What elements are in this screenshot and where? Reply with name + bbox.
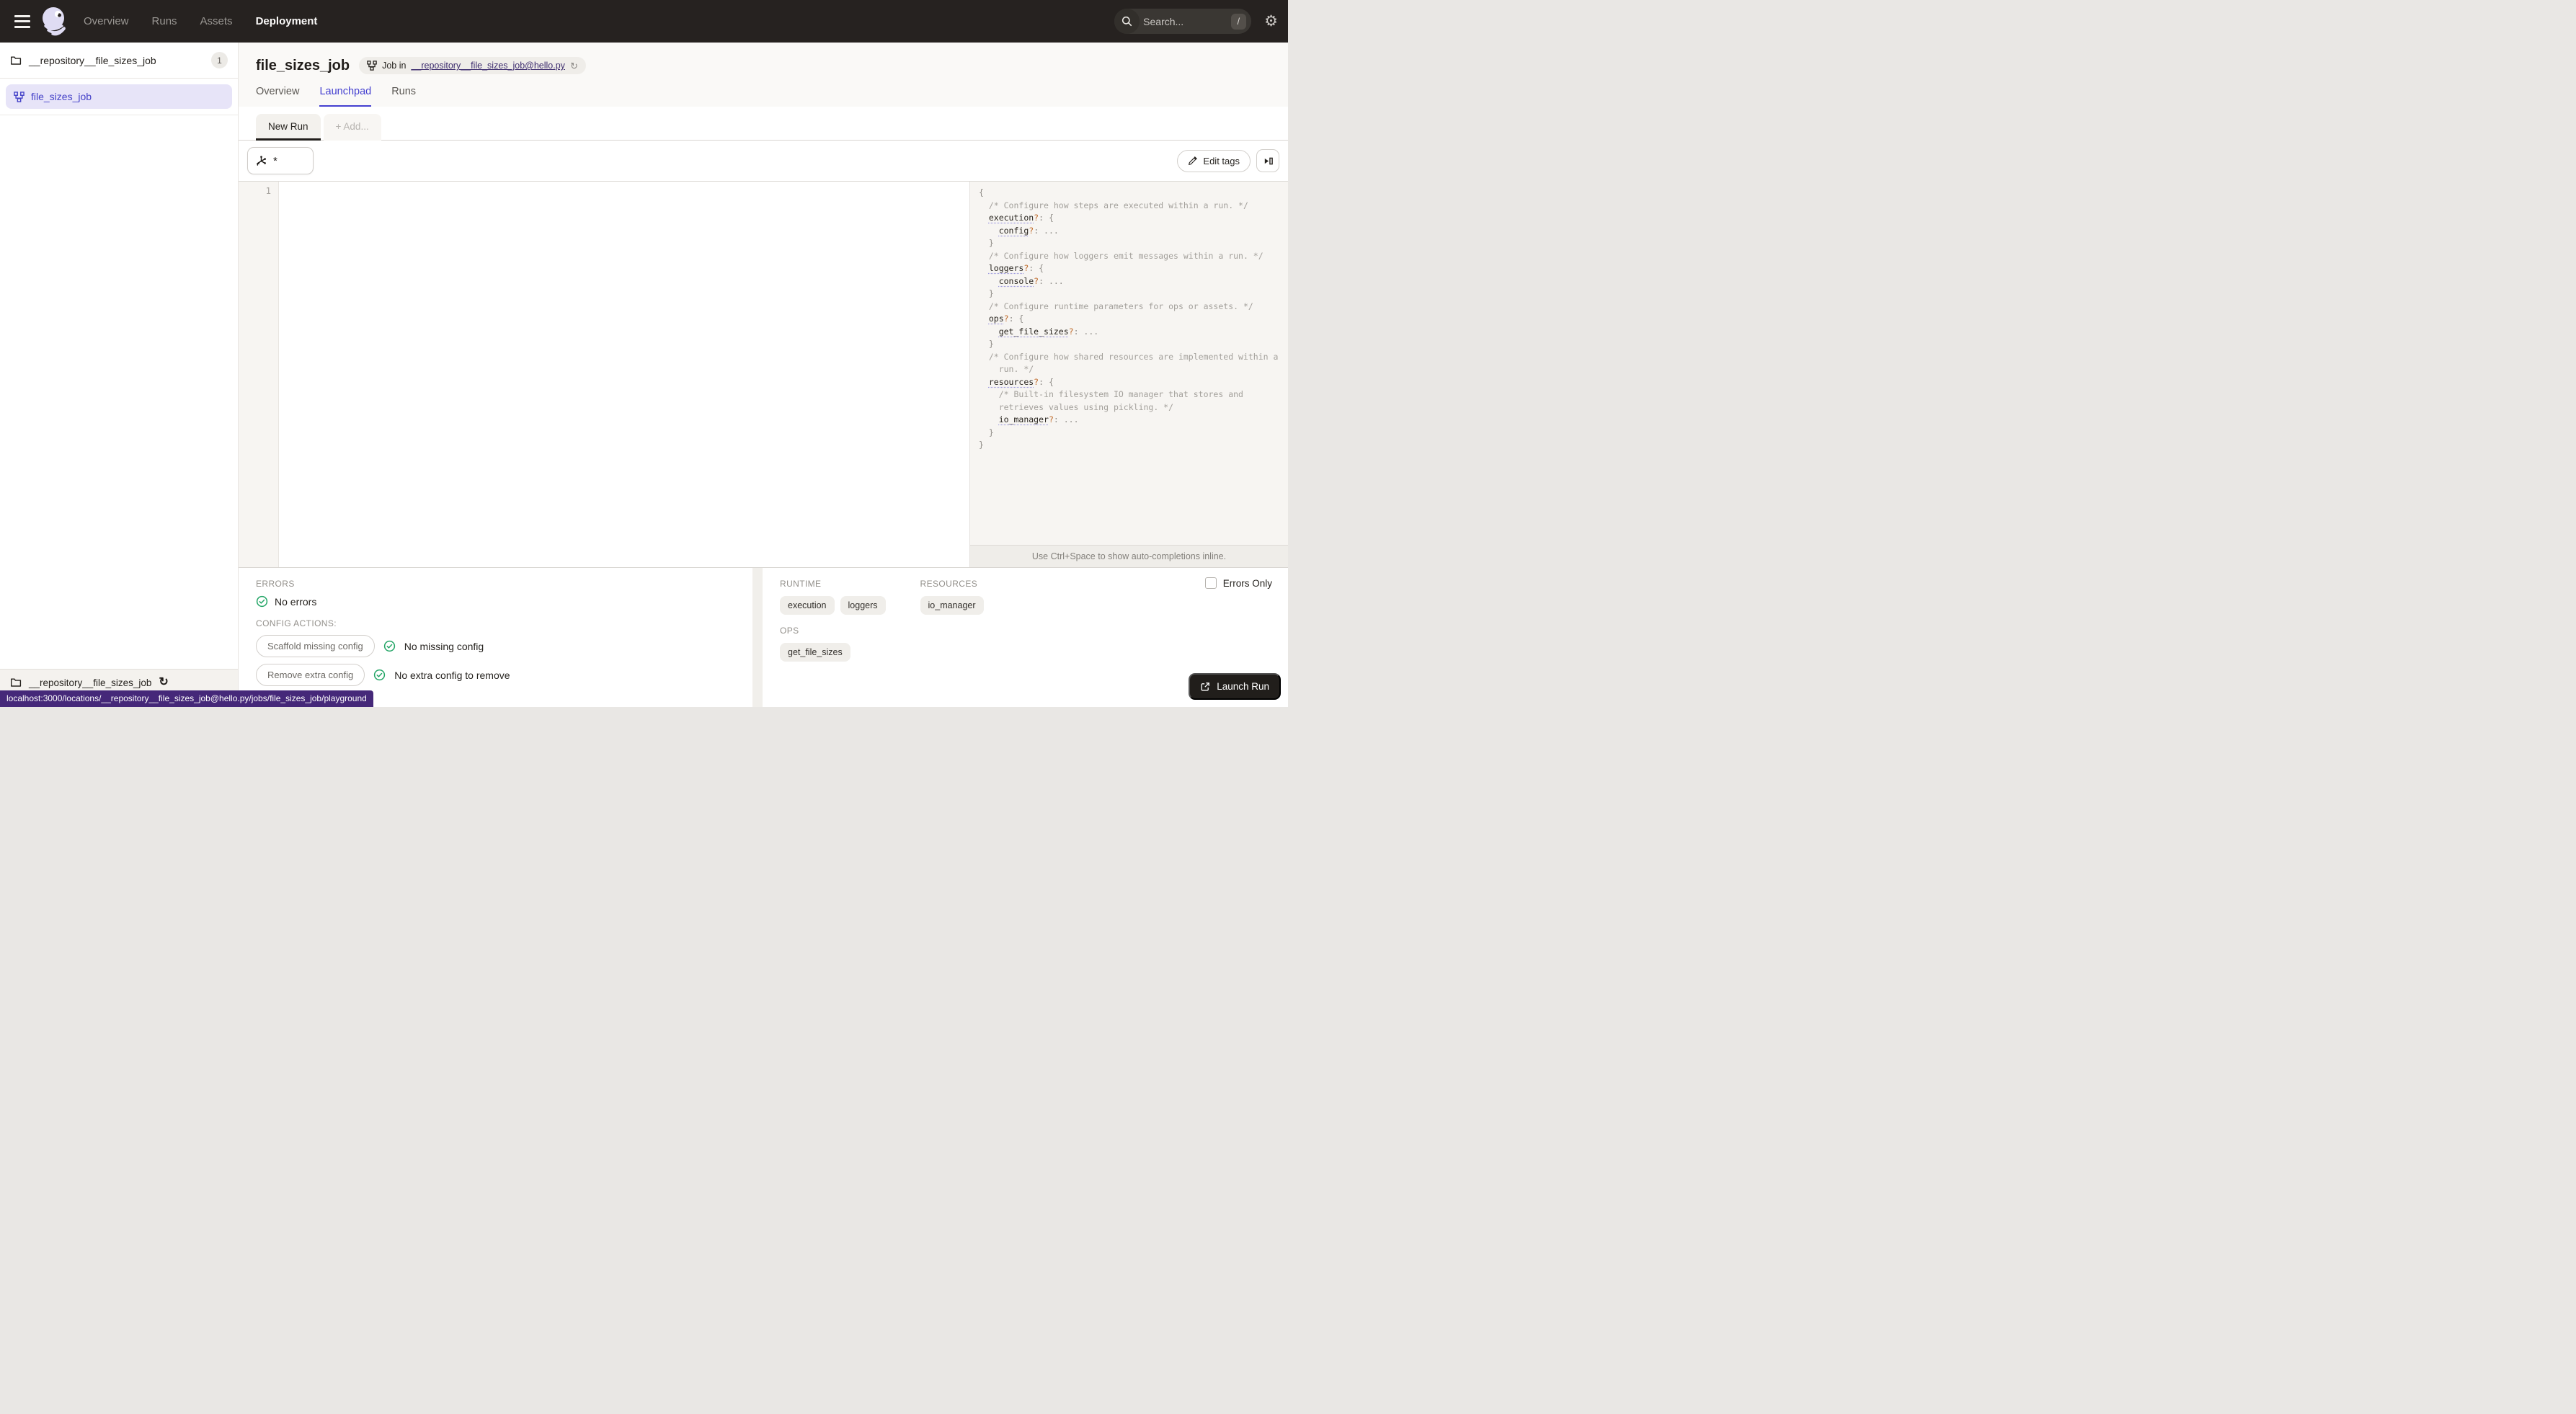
errors-panel: ERRORS No errors CONFIG ACTIONS: Scaffol… bbox=[239, 568, 752, 707]
pencil-icon bbox=[1189, 156, 1198, 165]
runtime-heading: RUNTIME bbox=[780, 579, 822, 589]
runtime-pill-loggers[interactable]: loggers bbox=[840, 596, 886, 615]
resources-column: RESOURCES io_manager bbox=[920, 579, 984, 662]
check-circle-icon bbox=[374, 669, 386, 681]
op-selector-icon bbox=[257, 155, 266, 166]
search-shortcut-badge: / bbox=[1230, 13, 1247, 30]
repo-location-link[interactable]: __repository__file_sizes_job@hello.py bbox=[411, 61, 565, 71]
job-origin-badge: Job in __repository__file_sizes_job@hell… bbox=[359, 57, 586, 74]
gear-icon[interactable]: ⚙ bbox=[1264, 14, 1278, 29]
config-summary-panel: RUNTIME execution loggers OPS get_file_s… bbox=[763, 568, 1288, 707]
tab-launchpad[interactable]: Launchpad bbox=[319, 86, 372, 107]
errors-heading: ERRORS bbox=[256, 579, 295, 589]
sidebar: __repository__file_sizes_job 1 file_size… bbox=[0, 43, 239, 707]
launch-icon bbox=[1201, 682, 1210, 690]
collapse-panel-button[interactable] bbox=[1256, 149, 1279, 172]
sidebar-job-list: file_sizes_job bbox=[0, 79, 238, 115]
sidebar-footer-repo-name: __repository__file_sizes_job bbox=[29, 677, 152, 688]
summary-columns: RUNTIME execution loggers OPS get_file_s… bbox=[780, 579, 1271, 662]
op-selector-input[interactable]: * bbox=[247, 147, 314, 174]
expand-panel-icon bbox=[1264, 157, 1273, 164]
launch-run-label: Launch Run bbox=[1217, 681, 1269, 692]
check-circle-icon bbox=[383, 640, 395, 652]
op-selector-value: * bbox=[273, 154, 277, 167]
status-bar-url: localhost:3000/locations/__repository__f… bbox=[0, 690, 373, 707]
errors-only-label: Errors Only bbox=[1222, 577, 1272, 589]
runtime-pill-execution[interactable]: execution bbox=[780, 596, 835, 615]
sidebar-repo-row[interactable]: __repository__file_sizes_job 1 bbox=[0, 43, 238, 79]
main-content: file_sizes_job Job in __repository__file… bbox=[239, 43, 1288, 707]
edit-tags-label: Edit tags bbox=[1203, 155, 1240, 166]
shell: __repository__file_sizes_job 1 file_size… bbox=[0, 43, 1288, 707]
job-tabs: Overview Launchpad Runs bbox=[239, 74, 1288, 107]
errors-only-toggle[interactable]: Errors Only bbox=[1204, 577, 1272, 589]
repo-job-count-badge: 1 bbox=[211, 52, 228, 68]
toolbar-right: Edit tags bbox=[1177, 149, 1279, 172]
launchpad-bottom-panels: ERRORS No errors CONFIG ACTIONS: Scaffol… bbox=[239, 567, 1288, 707]
tab-runs[interactable]: Runs bbox=[391, 86, 416, 107]
remove-status-text: No extra config to remove bbox=[394, 669, 510, 681]
scaffold-missing-config-button[interactable]: Scaffold missing config bbox=[256, 635, 375, 657]
launchpad-toolbar: * Edit tags bbox=[239, 141, 1288, 181]
runtime-column: RUNTIME execution loggers OPS get_file_s… bbox=[780, 579, 886, 662]
sidebar-repo-name: __repository__file_sizes_job bbox=[29, 54, 156, 66]
line-number: 1 bbox=[265, 185, 271, 196]
run-tab-new-run[interactable]: New Run bbox=[256, 114, 321, 141]
scaffold-config-row: Scaffold missing config No missing confi… bbox=[256, 635, 735, 657]
resources-heading: RESOURCES bbox=[920, 579, 978, 589]
ops-pill-get-file-sizes[interactable]: get_file_sizes bbox=[780, 643, 850, 662]
folder-icon bbox=[11, 56, 22, 65]
edit-tags-button[interactable]: Edit tags bbox=[1177, 149, 1251, 172]
nav-link-deployment[interactable]: Deployment bbox=[256, 15, 318, 27]
config-actions-heading: CONFIG ACTIONS: bbox=[256, 618, 337, 628]
autocomplete-hint: Use Ctrl+Space to show auto-completions … bbox=[970, 545, 1288, 567]
folder-icon bbox=[11, 678, 22, 687]
errors-status-row: No errors bbox=[256, 595, 735, 608]
job-icon bbox=[367, 61, 377, 71]
sidebar-item-file-sizes-job[interactable]: file_sizes_job bbox=[6, 84, 232, 109]
config-editor[interactable] bbox=[279, 182, 969, 567]
page-header: file_sizes_job Job in __repository__file… bbox=[239, 43, 1288, 74]
reload-repo-icon[interactable]: ↻ bbox=[159, 677, 168, 688]
search-placeholder: Search... bbox=[1143, 15, 1184, 27]
job-icon bbox=[14, 91, 25, 102]
scaffold-status-text: No missing config bbox=[404, 640, 484, 652]
editor-gutter: 1 bbox=[239, 182, 279, 567]
nav-link-overview[interactable]: Overview bbox=[84, 15, 129, 27]
nav-link-runs[interactable]: Runs bbox=[152, 15, 177, 27]
resources-pill-io-manager[interactable]: io_manager bbox=[920, 596, 984, 615]
job-origin-prefix: Job in bbox=[382, 61, 407, 71]
page-title: file_sizes_job bbox=[256, 57, 350, 74]
run-tab-add[interactable]: + Add... bbox=[323, 114, 381, 141]
config-editor-region: 1 { /* Configure how steps are executed … bbox=[239, 181, 1288, 567]
launch-run-button[interactable]: Launch Run bbox=[1189, 673, 1281, 700]
remove-config-row: Remove extra config No extra config to r… bbox=[256, 664, 735, 686]
check-circle-icon bbox=[256, 595, 268, 608]
hamburger-menu-icon[interactable] bbox=[14, 14, 30, 28]
dagster-logo-icon[interactable] bbox=[39, 4, 71, 39]
search-icon bbox=[1114, 9, 1140, 34]
nav-links: Overview Runs Assets Deployment bbox=[84, 15, 317, 27]
remove-extra-config-button[interactable]: Remove extra config bbox=[256, 664, 365, 686]
nav-link-assets[interactable]: Assets bbox=[200, 15, 233, 27]
panel-divider[interactable] bbox=[752, 568, 763, 707]
launchpad-run-tabs: New Run + Add... bbox=[239, 107, 1288, 141]
config-schema-panel: { /* Configure how steps are executed wi… bbox=[969, 182, 1288, 567]
errors-only-checkbox[interactable] bbox=[1204, 577, 1217, 589]
top-nav: Overview Runs Assets Deployment Search..… bbox=[0, 0, 1288, 43]
ops-heading: OPS bbox=[780, 626, 799, 636]
tab-overview[interactable]: Overview bbox=[256, 86, 299, 107]
config-schema-code: { /* Configure how steps are executed wi… bbox=[979, 187, 1279, 450]
dagster-app: Overview Runs Assets Deployment Search..… bbox=[0, 0, 1288, 707]
refresh-icon[interactable]: ↻ bbox=[570, 61, 578, 71]
search-input[interactable]: Search... / bbox=[1114, 9, 1252, 34]
errors-status-text: No errors bbox=[275, 595, 317, 608]
sidebar-item-label: file_sizes_job bbox=[31, 91, 92, 102]
